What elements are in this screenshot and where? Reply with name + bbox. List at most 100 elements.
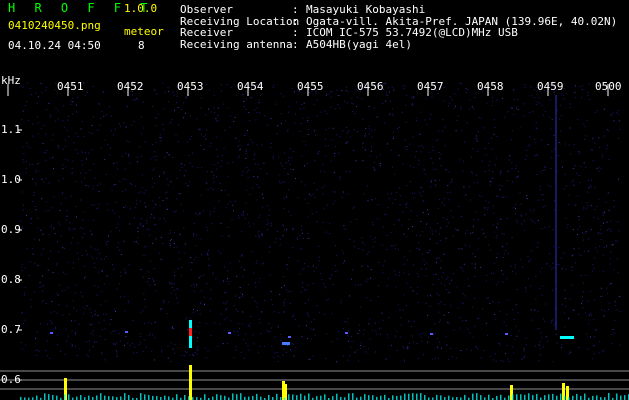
amplitude-trace xyxy=(188,396,190,400)
amplitude-trace xyxy=(108,396,110,400)
amplitude-trace xyxy=(120,396,122,400)
amplitude-peak xyxy=(284,384,287,400)
amplitude-trace xyxy=(300,393,302,400)
amplitude-trace xyxy=(616,393,618,400)
amplitude-trace xyxy=(176,394,178,400)
amplitude-trace xyxy=(156,396,158,400)
time-tick-label: 0452 xyxy=(117,80,144,93)
amplitude-trace xyxy=(544,395,546,400)
amplitude-trace xyxy=(248,396,250,400)
time-tick-label: 0455 xyxy=(297,80,324,93)
amplitude-trace xyxy=(520,394,522,400)
info-value: Masayuki Kobayashi xyxy=(306,3,426,16)
amplitude-trace xyxy=(408,393,410,400)
amplitude-trace xyxy=(584,393,586,400)
amplitude-trace xyxy=(480,395,482,400)
meteor-label: meteor xyxy=(124,25,164,38)
info-label: Observer xyxy=(180,3,233,16)
amplitude-trace xyxy=(512,394,514,400)
amplitude-trace xyxy=(364,394,366,400)
amplitude-trace xyxy=(392,395,394,400)
amplitude-trace xyxy=(624,395,626,400)
amplitude-trace xyxy=(96,395,98,400)
meteor-count: 8 xyxy=(138,39,145,52)
amplitude-trace xyxy=(560,393,562,400)
amplitude-trace xyxy=(276,393,278,400)
amplitude-trace xyxy=(168,396,170,400)
station-info: Observer: Masayuki Kobayashi Receiving L… xyxy=(180,4,617,50)
amplitude-trace xyxy=(360,396,362,400)
amplitude-trace xyxy=(164,395,166,400)
amplitude-trace xyxy=(76,396,78,400)
freq-tick-label: 1.1 xyxy=(1,123,21,136)
amplitude-trace xyxy=(148,395,150,400)
meteor-echo xyxy=(282,342,290,345)
freq-tick-label: 0.6 xyxy=(1,373,21,386)
meteor-echo-faint xyxy=(288,336,291,338)
amplitude-trace xyxy=(204,394,206,400)
amplitude-trace xyxy=(128,395,130,400)
freq-unit-label: kHz xyxy=(1,74,21,87)
amplitude-trace xyxy=(316,396,318,400)
amplitude-trace xyxy=(232,393,234,400)
meteor-echo-faint xyxy=(505,333,508,335)
meteor-echo-core xyxy=(189,328,192,336)
meteor-echo-faint xyxy=(125,331,128,333)
info-label: Receiving antenna xyxy=(180,37,293,51)
amplitude-trace xyxy=(368,395,370,400)
amplitude-trace xyxy=(380,395,382,400)
info-row-observer: Observer: Masayuki Kobayashi xyxy=(180,3,426,16)
amplitude-trace xyxy=(152,395,154,400)
amplitude-trace xyxy=(416,393,418,400)
amplitude-trace xyxy=(268,394,270,400)
amplitude-trace xyxy=(48,394,50,400)
amplitude-trace xyxy=(516,394,518,400)
amplitude-trace xyxy=(508,395,510,400)
amplitude-trace xyxy=(80,395,82,400)
info-label: Receiver xyxy=(180,26,233,39)
amplitude-trace xyxy=(528,393,530,400)
amplitude-trace xyxy=(332,396,334,400)
amplitude-trace xyxy=(556,395,558,400)
amplitude-trace xyxy=(572,395,574,400)
amplitude-trace xyxy=(580,395,582,400)
amplitude-trace xyxy=(224,395,226,400)
amplitude-trace xyxy=(324,394,326,400)
meteor-echo-faint xyxy=(345,332,348,334)
amplitude-trace xyxy=(104,395,106,400)
amplitude-trace xyxy=(372,395,374,400)
time-tick-label: 0453 xyxy=(177,80,204,93)
file-name: 0410240450.png xyxy=(8,19,101,32)
amplitude-trace xyxy=(496,395,498,400)
amplitude-trace xyxy=(140,393,142,400)
amplitude-trace xyxy=(532,395,534,400)
amplitude-trace xyxy=(124,393,126,400)
amplitude-trace xyxy=(412,393,414,400)
amplitude-trace xyxy=(296,395,298,400)
amplitude-trace xyxy=(320,395,322,400)
amplitude-trace xyxy=(488,394,490,400)
amplitude-trace xyxy=(44,393,46,400)
info-row-antenna: Receiving antenna: A504HB(yagi 4el) xyxy=(180,37,412,51)
amplitude-trace xyxy=(308,393,310,400)
amplitude-trace xyxy=(500,394,502,400)
amplitude-trace xyxy=(596,395,598,400)
amplitude-trace xyxy=(608,393,610,400)
freq-tick-label: 0.7 xyxy=(1,323,21,336)
time-tick-label: 0454 xyxy=(237,80,264,93)
time-tick-label: 0457 xyxy=(417,80,444,93)
amplitude-trace xyxy=(112,396,114,400)
amplitude-trace xyxy=(620,395,622,400)
amplitude-trace xyxy=(472,393,474,400)
amplitude-trace xyxy=(240,393,242,400)
amplitude-trace xyxy=(352,393,354,400)
amplitude-trace xyxy=(564,396,566,400)
info-row-receiver: Receiver: ICOM IC-575 53.7492(@LCD)MHz U… xyxy=(180,26,518,39)
meteor-echo-faint xyxy=(430,333,433,335)
amplitude-trace xyxy=(384,394,386,400)
amplitude-trace xyxy=(424,394,426,400)
freq-tick-label: 0.8 xyxy=(1,273,21,286)
amplitude-trace xyxy=(144,394,146,400)
amplitude-trace xyxy=(260,396,262,400)
amplitude-trace xyxy=(304,395,306,400)
